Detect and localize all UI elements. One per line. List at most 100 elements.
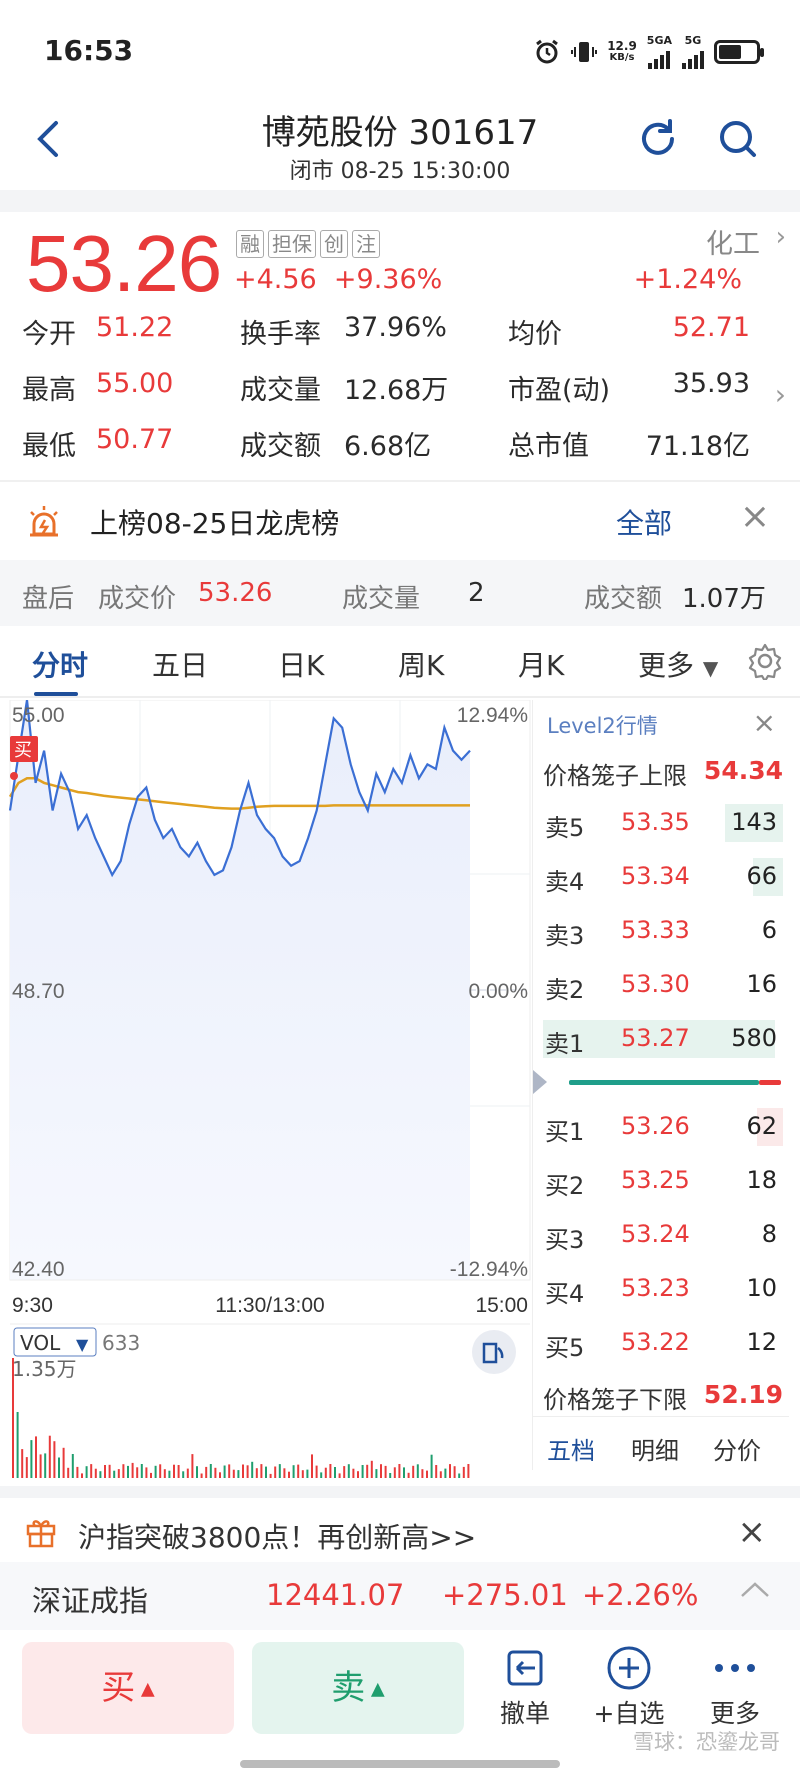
pct-label-mid: 0.00% [468,980,528,1003]
index-name: 深证成指 [32,1584,149,1618]
gift-icon [24,1514,58,1552]
volume-bar [453,1466,456,1478]
close-icon[interactable]: × [738,1512,767,1552]
tag-registration: 注 [352,230,380,258]
buy-marker-text: 买 [14,740,32,761]
tab-intraday[interactable]: 分时 [32,644,88,684]
volume-bars [12,1358,470,1478]
index-value: 12441.07 [266,1578,405,1612]
volume-bar [449,1464,451,1478]
tab-weekly-k[interactable]: 周K [398,644,444,684]
buy-point [10,772,18,780]
promo-banner[interactable]: 沪指突破3800点！再创新高>> × [0,1486,800,1562]
volume-bar [127,1465,129,1478]
volume-bar [329,1464,332,1478]
bid-row[interactable]: 买1 53.26 62 [533,1100,789,1154]
ask-row[interactable]: 卖2 53.30 16 [533,958,789,1012]
intraday-chart[interactable]: 买 55.00 48.70 42.40 12.94% 0.00% -12.94%… [0,699,532,1480]
volume-bar [430,1454,433,1478]
add-watchlist-button[interactable]: +自选 [584,1642,674,1730]
volume-bar [361,1465,364,1478]
volume-bar [67,1467,70,1478]
ask-row[interactable]: 卖4 53.34 66 [533,850,789,904]
volume-bar [412,1465,415,1478]
volume-bar [416,1464,419,1478]
volume-bar [338,1473,341,1478]
bid-row[interactable]: 买3 53.24 8 [533,1208,789,1262]
battery-icon [714,39,764,64]
more-button[interactable]: 更多 [690,1642,780,1730]
bid-row[interactable]: 买4 53.23 10 [533,1262,789,1316]
after-vol-label: 成交量 [342,584,421,614]
volume-bar [90,1464,93,1478]
volume-bar [324,1467,327,1478]
volume-bar [265,1466,267,1478]
volume-bar [306,1469,309,1478]
add-icon [584,1642,674,1694]
bid-row[interactable]: 买5 53.22 12 [533,1316,789,1370]
volume-bar [232,1469,235,1478]
sell-button[interactable]: 卖 ▲ [252,1642,464,1734]
stock-header: 博苑股份 301617 闭市 08-25 15:30:00 [0,95,800,190]
volume-bar [81,1473,83,1478]
index-change-pct: +2.26% [582,1578,699,1612]
dragon-tiger-banner[interactable]: 上榜08-25日龙虎榜 全部 × [0,480,800,560]
search-icon[interactable] [716,117,760,165]
tab-five-day[interactable]: 五日 [152,644,208,684]
chart-tabs: 分时 五日 日K 周K 月K 更多 ▼ [0,626,800,698]
home-indicator[interactable] [240,1760,560,1768]
tab-five-levels[interactable]: 五档 [547,1431,595,1466]
stat-label: 成交额 [240,431,321,462]
chevron-up-icon[interactable] [738,1572,772,1615]
cancel-order-button[interactable]: 撤单 [480,1642,570,1730]
ask-row[interactable]: 卖3 53.33 6 [533,904,789,958]
market-status: 闭市 08-25 15:30:00 [289,159,511,184]
quote-panel: 53.26 融 担保 创 注 +4.56 +9.36% 化工 › +1.24% … [0,212,800,480]
volume-bar [12,1358,14,1478]
volume-bar [94,1468,97,1478]
close-icon[interactable]: × [753,706,776,739]
tag-chinext: 创 [320,230,348,258]
level2-title[interactable]: Level2行情 [547,710,658,740]
volume-bar [467,1464,470,1478]
volume-bar [246,1465,249,1478]
tab-daily-k[interactable]: 日K [278,644,324,684]
intraday-chart-svg: 买 55.00 48.70 42.40 12.94% 0.00% -12.94%… [8,699,531,1478]
buy-button[interactable]: 买 ▲ [22,1642,234,1734]
index-ticker[interactable]: 深证成指 12441.07 +275.01 +2.26% [0,1562,800,1630]
tag-collateral: 担保 [268,230,316,258]
tab-price-distribution[interactable]: 分价 [713,1431,761,1466]
play-triangle-icon [533,1070,549,1094]
bid-row[interactable]: 买2 53.25 18 [533,1154,789,1208]
volume-bar [117,1469,120,1478]
sector-name[interactable]: 化工 [706,222,760,261]
volume-bar [214,1467,217,1478]
after-vol: 2 [468,578,485,608]
volume-bar [228,1464,231,1478]
status-time: 16:53 [44,34,134,67]
after-price: 53.26 [198,578,273,608]
volume-bar [173,1464,175,1478]
chevron-right-icon[interactable]: › [776,222,786,252]
volume-bar [439,1471,442,1478]
volume-bar [200,1473,203,1478]
chevron-right-icon[interactable]: › [775,378,786,411]
volume-bar [39,1454,42,1478]
price-cage-lower: 价格笼子下限 52.19 [543,1380,783,1414]
tab-more[interactable]: 更多 ▼ [638,644,718,684]
ask-row[interactable]: 卖1 53.27 580 [533,1012,789,1066]
tab-monthly-k[interactable]: 月K [518,644,564,684]
volume-bar [237,1470,240,1478]
ask-row[interactable]: 卖5 53.35 143 [533,796,789,850]
stat-value: 6.68亿 [344,431,432,462]
stat-value: 55.00 [96,368,174,399]
y-label-mid: 48.70 [12,980,65,1003]
stat-value: 52.71 [672,312,750,343]
refresh-icon[interactable] [636,117,680,165]
gear-icon[interactable] [746,642,784,684]
volume-bar [191,1454,194,1478]
after-hours-label: 盘后 [22,584,75,614]
close-icon[interactable]: × [740,496,770,537]
view-all-link[interactable]: 全部 [616,502,672,542]
tab-details[interactable]: 明细 [631,1431,679,1466]
